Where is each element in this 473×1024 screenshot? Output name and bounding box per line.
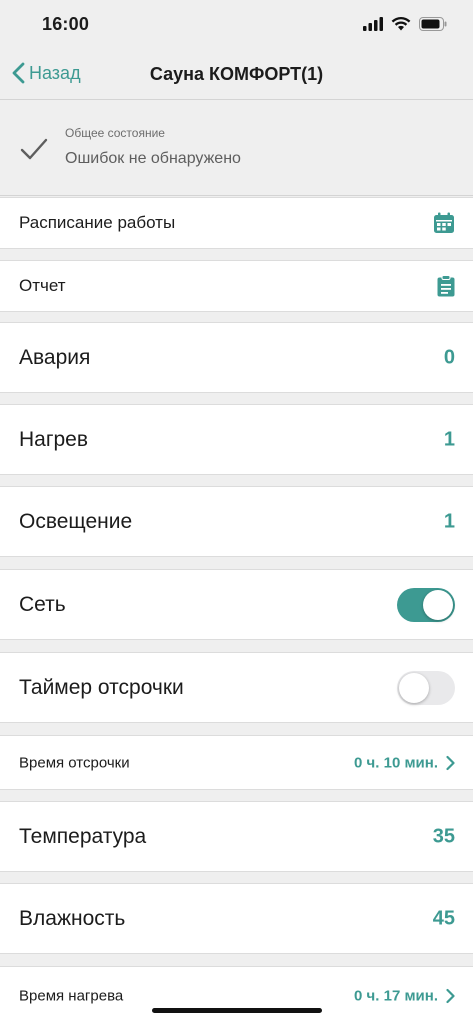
row-delay-time[interactable]: Время отсрочки 0 ч. 10 мин.	[0, 735, 473, 790]
nav-bar: Назад Сауна КОМФОРТ(1)	[0, 50, 473, 100]
row-network: Сеть	[0, 569, 473, 640]
home-indicator[interactable]	[152, 1008, 322, 1013]
lighting-value: 1	[443, 510, 455, 532]
status-bar: 16:00	[0, 0, 473, 50]
lighting-label: Освещение	[19, 509, 133, 533]
row-humidity: Влажность 45	[0, 883, 473, 954]
battery-icon	[419, 16, 447, 31]
checkmark-icon	[20, 138, 48, 160]
delay-timer-label: Таймер отсрочки	[19, 675, 184, 699]
heating-value: 1	[443, 428, 455, 450]
humidity-label: Влажность	[19, 906, 126, 930]
row-lighting: Освещение 1	[0, 486, 473, 557]
chevron-right-icon	[446, 988, 455, 1003]
network-toggle[interactable]	[397, 587, 455, 622]
toggle-knob	[423, 589, 453, 620]
toggle-knob	[399, 672, 429, 703]
heating-time-value: 0 ч. 17 мин.	[354, 987, 438, 1004]
schedule-label: Расписание работы	[19, 213, 176, 232]
general-state-label: Общее состояние	[65, 126, 165, 140]
row-heating-time[interactable]: Время нагрева 0 ч. 17 мин.	[0, 966, 473, 1024]
temperature-label: Температура	[19, 824, 147, 848]
row-heating: Нагрев 1	[0, 404, 473, 475]
delay-time-value: 0 ч. 10 мин.	[354, 754, 438, 771]
calendar-icon[interactable]	[433, 212, 455, 234]
chevron-right-icon	[446, 755, 455, 770]
status-time: 16:00	[42, 14, 90, 34]
alarm-value: 0	[443, 346, 455, 368]
wifi-icon	[391, 16, 411, 31]
clipboard-icon[interactable]	[437, 275, 455, 297]
temperature-value: 35	[432, 825, 455, 847]
heating-label: Нагрев	[19, 427, 89, 451]
row-temperature: Температура 35	[0, 801, 473, 872]
delay-timer-toggle[interactable]	[397, 670, 455, 705]
row-delay-timer: Таймер отсрочки	[0, 652, 473, 723]
heating-time-label: Время нагрева	[19, 987, 124, 1004]
network-label: Сеть	[19, 592, 66, 616]
general-state-panel: Общее состояние Ошибок не обнаружено	[0, 101, 473, 196]
row-report[interactable]: Отчет	[0, 260, 473, 312]
row-schedule[interactable]: Расписание работы	[0, 197, 473, 249]
delay-time-label: Время отсрочки	[19, 754, 130, 771]
humidity-value: 45	[432, 907, 455, 929]
page-title: Сауна КОМФОРТ(1)	[149, 64, 324, 84]
general-state-value: Ошибок не обнаружено	[65, 150, 241, 167]
cellular-signal-icon	[363, 16, 383, 31]
report-label: Отчет	[19, 276, 66, 295]
alarm-label: Авария	[19, 345, 91, 369]
row-alarm: Авария 0	[0, 322, 473, 393]
